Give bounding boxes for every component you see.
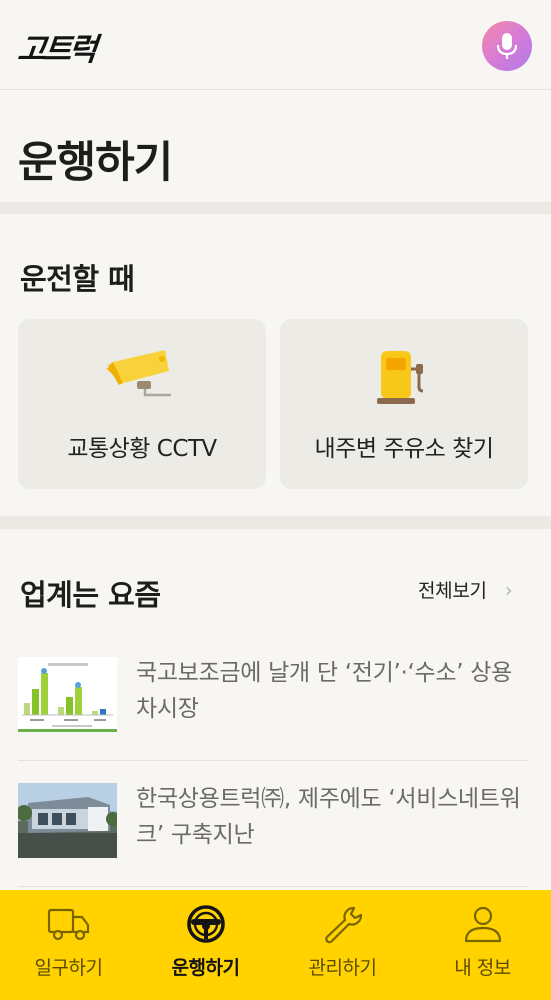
user-icon bbox=[464, 906, 501, 943]
nav-label: 내 정보 bbox=[454, 957, 511, 979]
bottom-navigation: 일구하기 운행하기 관리하기 내 정보 bbox=[0, 890, 551, 1000]
nav-label: 관리하기 bbox=[308, 957, 377, 979]
microphone-icon bbox=[496, 33, 518, 59]
nav-manage[interactable]: 관리하기 bbox=[274, 890, 411, 1000]
news-item[interactable]: 한국상용트럭㈜, 제주에도 ‘서비스네트워크’ 구축지난 bbox=[18, 783, 528, 887]
news-thumbnail bbox=[18, 657, 117, 732]
news-thumbnail bbox=[18, 783, 117, 858]
news-title: 국고보조금에 날개 단 ‘전기’·‘수소’ 상용차시장 bbox=[136, 660, 512, 722]
app-logo[interactable]: 고트럭 bbox=[16, 24, 97, 69]
nav-find-jobs[interactable]: 일구하기 bbox=[0, 890, 137, 1000]
view-all-link[interactable]: 전체보기 › bbox=[418, 576, 513, 603]
traffic-cctv-label: 교통상황 CCTV bbox=[67, 436, 217, 462]
nav-label: 일구하기 bbox=[34, 957, 103, 979]
news-title: 한국상용트럭㈜, 제주에도 ‘서비스네트워크’ 구축지난 bbox=[136, 786, 521, 848]
voice-search-button[interactable] bbox=[482, 21, 532, 71]
nav-label: 운행하기 bbox=[171, 957, 240, 979]
news-item[interactable]: 국고보조금에 날개 단 ‘전기’·‘수소’ 상용차시장 bbox=[18, 657, 528, 761]
nav-driving[interactable]: 운행하기 bbox=[137, 890, 274, 1000]
gas-station-label: 내주변 주유소 찾기 bbox=[314, 436, 494, 462]
gas-station-icon bbox=[377, 351, 424, 404]
view-all-label: 전체보기 bbox=[418, 580, 487, 602]
bar-chart-thumbnail-image bbox=[18, 657, 117, 732]
chevron-right-icon: › bbox=[504, 577, 513, 602]
truck-icon bbox=[47, 908, 89, 941]
driving-section-title: 운전할 때 bbox=[20, 262, 135, 296]
section-divider bbox=[0, 202, 551, 214]
building-photo-thumbnail-image bbox=[18, 783, 117, 858]
nav-my-info[interactable]: 내 정보 bbox=[414, 890, 551, 1000]
section-divider bbox=[0, 516, 551, 529]
gas-station-card[interactable]: 내주변 주유소 찾기 bbox=[280, 319, 528, 489]
news-section-title: 업계는 요즘 bbox=[20, 578, 161, 612]
top-bar: 고트럭 bbox=[0, 0, 551, 90]
page-title: 운행하기 bbox=[18, 138, 173, 188]
cctv-camera-icon bbox=[106, 350, 171, 397]
steering-wheel-icon bbox=[186, 905, 225, 943]
wrench-icon bbox=[324, 906, 362, 944]
app-screen: 고트럭 운행하기 운전할 때 교통상황 CCTV 내주변 주유소 찾기 업계는 … bbox=[0, 0, 551, 1000]
traffic-cctv-card[interactable]: 교통상황 CCTV bbox=[18, 319, 266, 489]
